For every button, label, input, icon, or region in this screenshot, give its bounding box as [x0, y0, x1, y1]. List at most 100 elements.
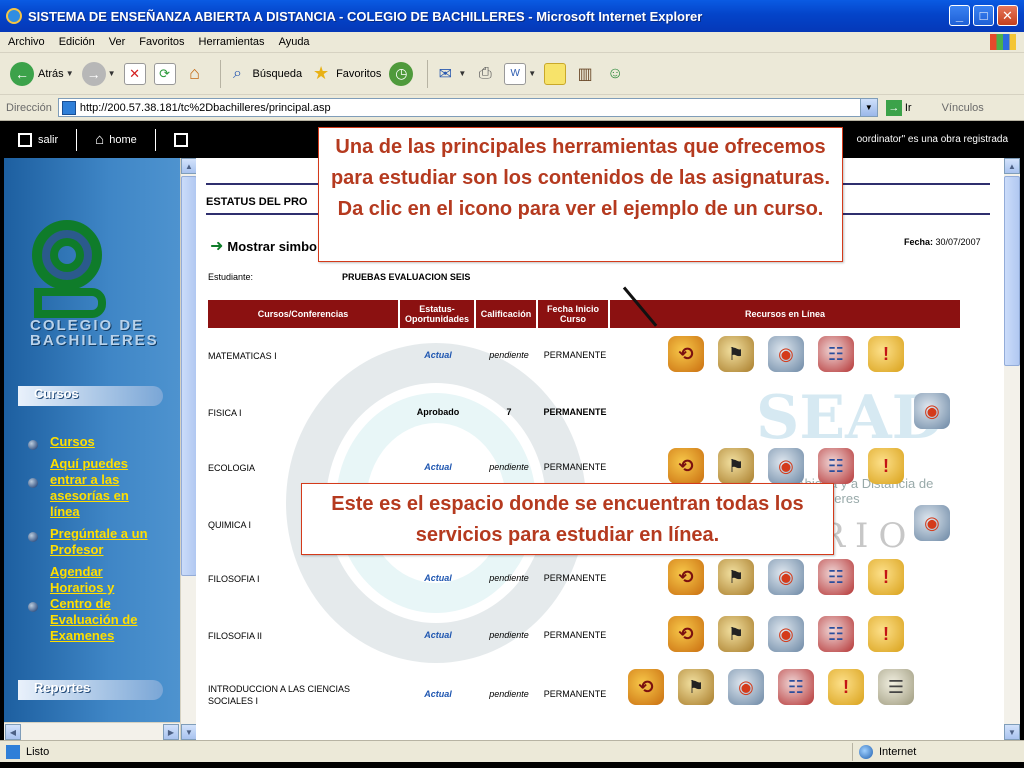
table-row: INTRODUCCION A LAS CIENCIAS SOCIALES I A…: [208, 669, 998, 723]
forward-arrow-icon: →: [81, 61, 106, 86]
favorites-label: Favoritos: [336, 67, 382, 80]
cd-computer-icon[interactable]: ◉: [768, 616, 804, 652]
cd-computer-icon[interactable]: ◉: [914, 505, 950, 541]
cd-computer-icon[interactable]: ◉: [768, 559, 804, 595]
main-scrollbar[interactable]: ▲ ▼: [1004, 158, 1020, 740]
scroll-down-icon[interactable]: ▼: [181, 724, 197, 740]
course-content-icon[interactable]: ⟲: [668, 559, 704, 595]
group-icon[interactable]: ☷: [818, 336, 854, 372]
menu-herramientas[interactable]: Herramientas: [199, 36, 265, 48]
menu-archivo[interactable]: Archivo: [8, 36, 45, 48]
forward-dropdown-icon[interactable]: ▼: [108, 69, 116, 78]
row-curso: FISICA I: [208, 408, 242, 418]
table-header: Cursos/Conferencias Estatus-Oportunidade…: [208, 300, 962, 328]
sidebar-item-agendar[interactable]: Agendar Horarios y Centro de Evaluación …: [28, 564, 178, 644]
group-icon[interactable]: ☷: [818, 448, 854, 484]
notes-button[interactable]: [544, 62, 567, 85]
tutor-icon[interactable]: ⚑: [718, 616, 754, 652]
course-content-icon[interactable]: ⟲: [668, 448, 704, 484]
logo-text: COLEGIO DE BACHILLERES: [30, 318, 159, 348]
alert-user-icon[interactable]: !: [868, 336, 904, 372]
go-button[interactable]: → Ir: [885, 99, 912, 116]
menu-bar: Archivo Edición Ver Favoritos Herramient…: [0, 32, 1024, 53]
sidebar-item-asesorias[interactable]: Aquí puedes entrar a las asesorías en lí…: [28, 456, 178, 520]
edit-dropdown-icon[interactable]: ▼: [528, 69, 536, 78]
back-button[interactable]: ← Atrás ▼: [10, 61, 74, 86]
course-content-icon[interactable]: ⟲: [668, 616, 704, 652]
scroll-down-icon[interactable]: ▼: [1004, 724, 1020, 740]
back-dropdown-icon[interactable]: ▼: [66, 69, 74, 78]
cd-computer-icon[interactable]: ◉: [768, 448, 804, 484]
tutor-icon[interactable]: ⚑: [718, 448, 754, 484]
alert-user-icon[interactable]: !: [868, 616, 904, 652]
scroll-up-icon[interactable]: ▲: [181, 158, 197, 174]
row-estatus: Aprobado: [416, 407, 460, 417]
tutor-icon[interactable]: ⚑: [718, 336, 754, 372]
minimize-button[interactable]: _: [949, 5, 970, 26]
mail-button[interactable]: ✉ ▼: [434, 63, 467, 85]
cd-computer-icon[interactable]: ◉: [768, 336, 804, 372]
alert-user-icon[interactable]: !: [868, 559, 904, 595]
salir-link[interactable]: salir: [18, 132, 59, 147]
mostrar-simbologia-link[interactable]: ➜ Mostrar simbo: [210, 236, 317, 256]
course-content-icon[interactable]: ⟲: [668, 336, 704, 372]
home-link[interactable]: ⌂ home: [95, 131, 137, 148]
row-calificacion: 7: [506, 407, 512, 417]
scroll-thumb[interactable]: [181, 176, 197, 576]
group-icon[interactable]: ☷: [818, 559, 854, 595]
salir-label: salir: [38, 133, 59, 146]
favorites-button[interactable]: ★ Favoritos: [310, 63, 381, 85]
menu-ver[interactable]: Ver: [109, 36, 126, 48]
row-fecha: PERMANENTE: [543, 350, 607, 360]
research-button[interactable]: ▥: [574, 63, 596, 85]
mail-dropdown-icon[interactable]: ▼: [458, 69, 466, 78]
table-row: FILOSOFIA II Actual pendiente PERMANENTE…: [208, 616, 998, 670]
sidebar-item-pregunta[interactable]: Pregúntale a un Profesor: [28, 526, 178, 558]
edit-button[interactable]: W ▼: [504, 62, 536, 85]
cd-computer-icon[interactable]: ◉: [728, 669, 764, 705]
history-button[interactable]: ◷: [389, 61, 414, 86]
scroll-thumb[interactable]: [1004, 176, 1020, 366]
search-button[interactable]: ⌕ Búsqueda: [227, 63, 302, 85]
nav-item-3[interactable]: [173, 132, 194, 147]
scroll-right-icon[interactable]: ▶: [163, 724, 179, 740]
address-dropdown-icon[interactable]: ▼: [859, 99, 877, 116]
forward-button[interactable]: → ▼: [81, 61, 116, 86]
screen-border: [0, 762, 1024, 768]
sidebar-item-cursos[interactable]: Cursos: [28, 434, 178, 450]
sidebar-scrollbar[interactable]: ▲ ▼: [180, 158, 197, 740]
estudiante-value: PRUEBAS EVALUACION SEIS: [342, 272, 471, 282]
close-button[interactable]: ✕: [997, 5, 1018, 26]
refresh-button[interactable]: ⟳: [153, 62, 176, 85]
address-label: Dirección: [6, 101, 52, 114]
row-estatus: Actual: [424, 630, 452, 640]
menu-edicion[interactable]: Edición: [59, 36, 95, 48]
links-label[interactable]: Vínculos: [942, 102, 984, 114]
books-icon: ▥: [577, 65, 593, 83]
tutor-icon[interactable]: ⚑: [718, 559, 754, 595]
tutor-icon[interactable]: ⚑: [678, 669, 714, 705]
group-icon[interactable]: ☷: [778, 669, 814, 705]
messenger-button[interactable]: ☺: [604, 63, 626, 85]
home-button[interactable]: ⌂: [184, 63, 206, 85]
group-icon[interactable]: ☷: [818, 616, 854, 652]
cursos-section-header: Cursos: [18, 386, 163, 406]
menu-favoritos[interactable]: Favoritos: [139, 36, 184, 48]
window-icon: [173, 132, 188, 147]
maximize-button[interactable]: □: [973, 5, 994, 26]
scroll-up-icon[interactable]: ▲: [1004, 158, 1020, 174]
stop-button[interactable]: ✕: [123, 62, 146, 85]
address-input[interactable]: http://200.57.38.181/tc%2Dbachilleres/pr…: [57, 98, 878, 117]
cd-computer-icon[interactable]: ◉: [914, 393, 950, 429]
scroll-left-icon[interactable]: ◀: [5, 724, 21, 740]
alert-user-icon[interactable]: !: [868, 448, 904, 484]
document-icon[interactable]: ☰: [878, 669, 914, 705]
course-content-icon[interactable]: ⟲: [628, 669, 664, 705]
row-calificacion: pendiente: [489, 462, 529, 472]
sidebar-horizontal-scrollbar[interactable]: ◀ ▶: [4, 722, 180, 740]
menu-ayuda[interactable]: Ayuda: [279, 36, 310, 48]
alert-user-icon[interactable]: !: [828, 669, 864, 705]
col-recursos: Recursos en Línea: [610, 300, 960, 328]
zone-indicator: Internet: [852, 742, 916, 761]
print-button[interactable]: ⎙: [474, 63, 496, 85]
